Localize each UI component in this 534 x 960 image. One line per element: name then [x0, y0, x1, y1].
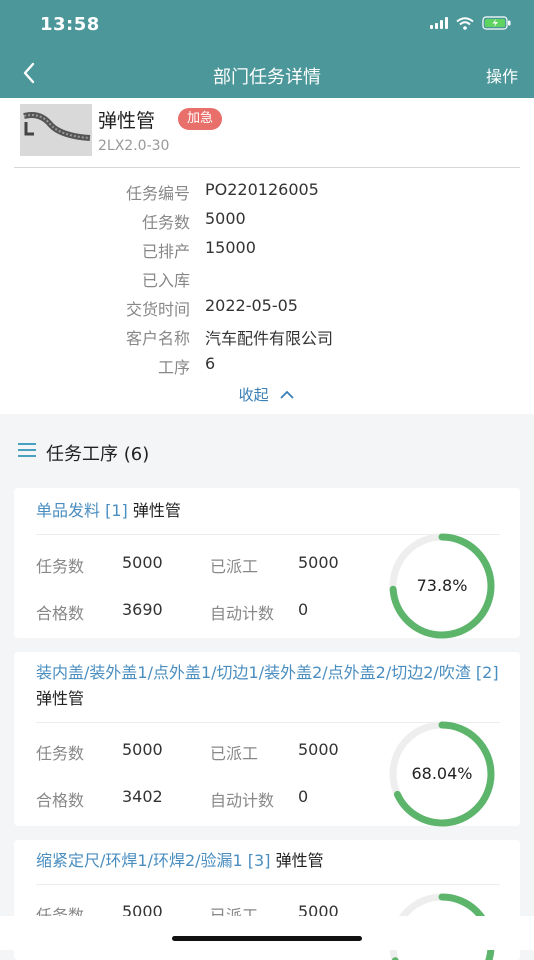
dispatched-value: 5000: [298, 740, 339, 759]
app-header: 13:58 部门任务详情 操作: [0, 0, 534, 98]
process-title: 缩紧定尺/环焊1/环焊2/验漏1 [3] 弹性管: [36, 848, 506, 874]
product-image: [20, 104, 92, 156]
detail-row-process: 工序 6: [0, 354, 534, 382]
process-card[interactable]: 单品发料 [1] 弹性管 任务数 5000 已派工 5000 合格数 3690 …: [14, 488, 520, 640]
detail-row-stocked: 已入库: [0, 267, 534, 295]
status-icons: [430, 16, 512, 30]
detail-value: 15000: [205, 238, 256, 257]
auto-count-value: 0: [298, 787, 309, 806]
product-spec: 2LX2.0-30: [98, 138, 170, 154]
process-section-header: 任务工序 (6): [0, 428, 534, 468]
operate-button[interactable]: 操作: [486, 63, 518, 87]
detail-row-scheduled: 已排产 15000: [0, 238, 534, 266]
dispatched-label: 已派工: [210, 557, 259, 576]
detail-value: 汽车配件有限公司: [205, 329, 334, 348]
detail-label: 任务编号: [125, 184, 190, 203]
urgent-badge: 加急: [178, 108, 223, 130]
divider: [14, 167, 520, 168]
detail-row-customer: 客户名称 汽车配件有限公司: [0, 325, 534, 353]
progress-ring: 68.04%: [388, 720, 496, 828]
detail-label: 客户名称: [125, 329, 190, 348]
home-bar-area: [0, 916, 534, 950]
product-card: 弹性管 加急 2LX2.0-30 任务编号 PO220126005 任务数 50…: [0, 98, 534, 414]
process-name: 单品发料 [1]: [36, 501, 128, 520]
detail-value: 6: [205, 354, 216, 373]
auto-count-label: 自动计数: [210, 791, 275, 810]
detail-label: 工序: [157, 358, 190, 377]
detail-row-delivery-time: 交货时间 2022-05-05: [0, 296, 534, 324]
battery-icon: [482, 16, 511, 30]
task-count-value: 5000: [122, 740, 163, 759]
detail-label: 交货时间: [125, 300, 190, 319]
page-title: 部门任务详情: [213, 67, 321, 88]
task-count-value: 5000: [122, 553, 163, 572]
wifi-icon: [456, 16, 474, 30]
process-name: 装内盖/装外盖1/点外盖1/切边1/装外盖2/点外盖2/切边2/吹渣 [2]: [36, 663, 499, 682]
status-time: 13:58: [40, 14, 100, 35]
detail-value: 5000: [205, 209, 246, 228]
signal-icon: [430, 17, 448, 29]
process-product: 弹性管: [36, 689, 85, 708]
process-product: 弹性管: [275, 851, 324, 870]
collapse-button[interactable]: 收起: [0, 384, 534, 405]
process-title: 单品发料 [1] 弹性管: [36, 498, 506, 524]
progress-percent: 73.8%: [416, 576, 468, 595]
auto-count-label: 自动计数: [210, 604, 275, 623]
auto-count-value: 0: [298, 600, 309, 619]
progress-ring: 73.8%: [388, 532, 496, 640]
detail-value: PO220126005: [205, 180, 319, 199]
collapse-label: 收起: [238, 386, 269, 404]
task-count-label: 任务数: [36, 557, 85, 576]
process-card[interactable]: 装内盖/装外盖1/点外盖1/切边1/装外盖2/点外盖2/切边2/吹渣 [2] 弹…: [14, 652, 520, 828]
process-name: 缩紧定尺/环焊1/环焊2/验漏1 [3]: [36, 851, 271, 870]
product-name: 弹性管: [98, 110, 156, 132]
detail-label: 已排产: [141, 242, 190, 261]
list-icon: [18, 443, 36, 461]
qualified-value: 3690: [122, 600, 163, 619]
process-title: 装内盖/装外盖1/点外盖1/切边1/装外盖2/点外盖2/切边2/吹渣 [2] 弹…: [36, 660, 506, 712]
progress-percent: 68.04%: [411, 764, 473, 783]
detail-label: 任务数: [141, 213, 190, 232]
detail-row-task-count: 任务数 5000: [0, 209, 534, 237]
qualified-label: 合格数: [36, 791, 85, 810]
dispatched-value: 5000: [298, 553, 339, 572]
home-indicator: [172, 936, 362, 941]
qualified-label: 合格数: [36, 604, 85, 623]
section-title: 任务工序 (6): [46, 444, 150, 465]
task-count-label: 任务数: [36, 744, 85, 763]
detail-value: 2022-05-05: [205, 296, 298, 315]
chevron-up-icon: [280, 390, 295, 399]
process-product: 弹性管: [132, 501, 181, 520]
divider: [36, 884, 500, 885]
dispatched-label: 已派工: [210, 744, 259, 763]
qualified-value: 3402: [122, 787, 163, 806]
detail-row-task-no: 任务编号 PO220126005: [0, 180, 534, 208]
detail-label: 已入库: [141, 271, 190, 290]
